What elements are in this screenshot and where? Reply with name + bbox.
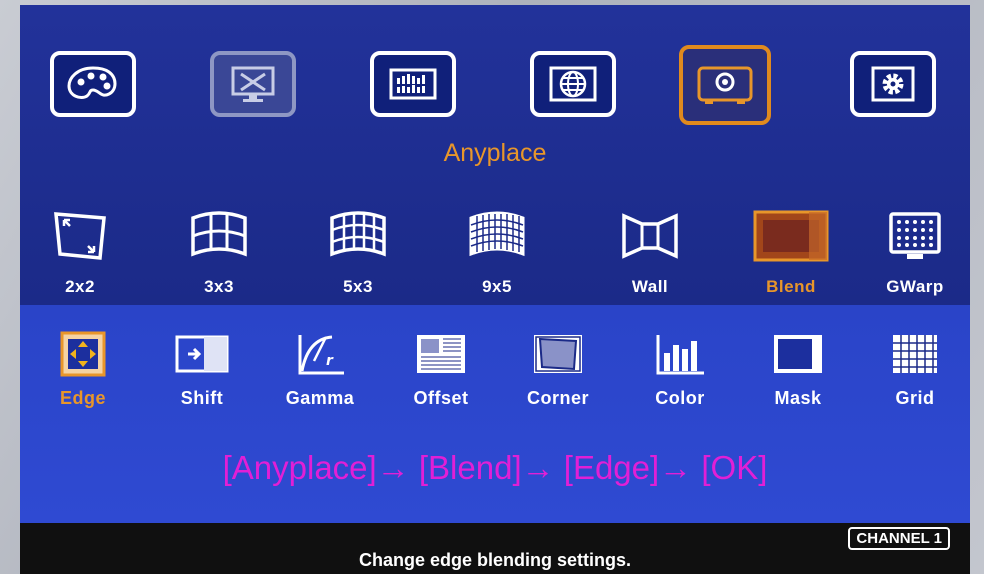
submenu-label: Edge xyxy=(59,388,106,408)
curved-grid-5x3-icon xyxy=(330,211,386,257)
osd-screen: Anyplace 2x2 3x3 5x3 9x5 Wall Blend GWar… xyxy=(20,5,970,574)
gwarp-icon xyxy=(889,212,941,259)
gear-icon xyxy=(871,66,915,102)
status-message: Change edge blending settings. xyxy=(358,550,632,570)
gamma-icon: r xyxy=(298,335,344,375)
main-menu-palette[interactable] xyxy=(50,51,136,117)
submenu-edge[interactable]: Edge xyxy=(33,328,133,409)
submenu-offset[interactable]: Offset xyxy=(391,328,491,409)
main-menu-monitor-tools[interactable] xyxy=(210,51,296,117)
mode-label: 5x3 xyxy=(343,277,373,296)
signal-bars-icon xyxy=(389,68,437,100)
submenu-shift[interactable]: Shift xyxy=(152,328,252,409)
corner-icon xyxy=(534,335,582,373)
mode-label: Blend xyxy=(766,277,816,296)
submenu-label: Gamma xyxy=(285,388,355,408)
edge-icon xyxy=(60,331,106,377)
mode-label: GWarp xyxy=(886,277,944,296)
mode-label: 2x2 xyxy=(65,277,95,296)
mode-blend[interactable]: Blend xyxy=(736,205,846,297)
mode-3x3[interactable]: 3x3 xyxy=(164,205,274,297)
submenu-corner[interactable]: Corner xyxy=(508,328,608,409)
mode-label: 9x5 xyxy=(482,277,512,296)
main-menu-title: Anyplace xyxy=(443,139,547,167)
submenu-label: Color xyxy=(655,388,705,408)
blend-icon xyxy=(753,210,829,262)
monitor-tools-icon xyxy=(231,66,275,102)
navigation-path-hint: [Anyplace]→ [Blend]→ [Edge]→ [OK] xyxy=(222,449,768,486)
submenu-label: Offset xyxy=(413,388,469,408)
curved-grid-9x5-icon xyxy=(469,211,525,257)
quad-warp-icon xyxy=(54,212,106,260)
main-menu-settings[interactable] xyxy=(850,51,936,117)
submenu-grid[interactable]: Grid xyxy=(865,328,965,409)
submenu-label: Grid xyxy=(895,388,935,408)
main-menu-projector[interactable] xyxy=(679,45,771,125)
svg-text:r: r xyxy=(326,353,334,369)
globe-icon xyxy=(549,66,597,102)
palette-icon xyxy=(67,66,117,100)
submenu-label: Shift xyxy=(180,388,224,408)
mode-label: Wall xyxy=(631,277,669,296)
color-icon xyxy=(656,335,704,375)
submenu-color[interactable]: Color xyxy=(630,328,730,409)
submenu-gamma[interactable]: r Gamma xyxy=(270,328,370,409)
curved-grid-3x3-icon xyxy=(191,211,247,257)
mode-label: 3x3 xyxy=(204,277,234,296)
mode-5x3[interactable]: 5x3 xyxy=(303,205,413,297)
wall-icon xyxy=(622,213,678,259)
projector-icon xyxy=(697,66,753,104)
mode-2x2[interactable]: 2x2 xyxy=(25,205,135,297)
mode-wall[interactable]: Wall xyxy=(595,205,705,297)
submenu-label: Mask xyxy=(774,388,822,408)
offset-icon xyxy=(417,335,465,373)
channel-badge: CHANNEL 1 xyxy=(848,527,950,550)
shift-icon xyxy=(175,335,229,373)
mask-icon xyxy=(774,335,822,373)
submenu-label: Corner xyxy=(526,388,589,408)
mode-gwarp[interactable]: GWarp xyxy=(860,205,970,297)
grid-icon xyxy=(893,335,937,373)
submenu-mask[interactable]: Mask xyxy=(748,328,848,409)
mode-9x5[interactable]: 9x5 xyxy=(442,205,552,297)
main-menu-globe[interactable] xyxy=(530,51,616,117)
main-menu-signal[interactable] xyxy=(370,51,456,117)
